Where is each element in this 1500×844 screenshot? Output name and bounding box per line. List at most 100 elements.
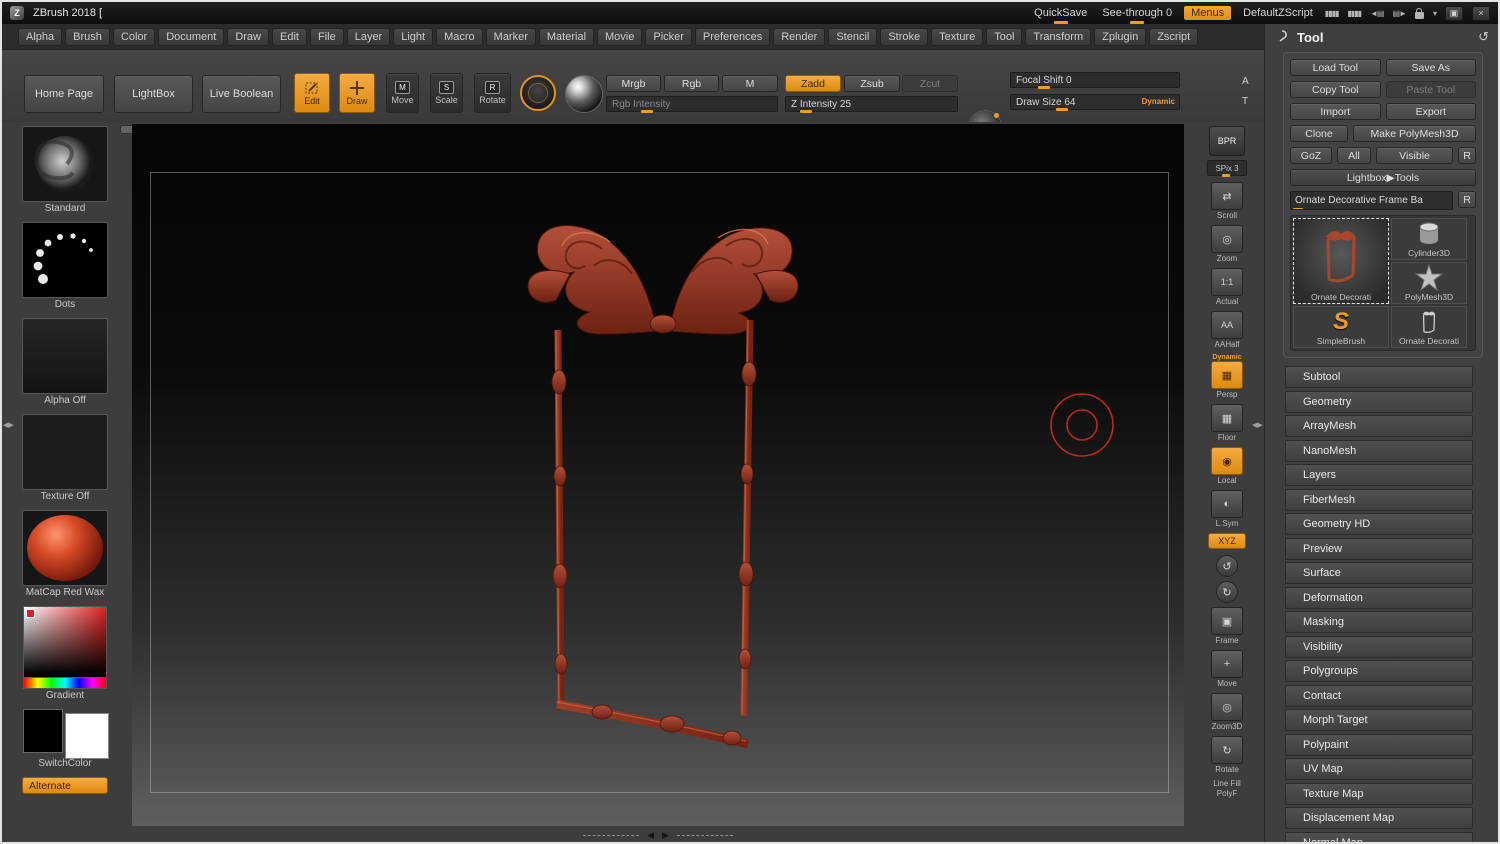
quicksave-button[interactable]: QuickSave xyxy=(1031,7,1090,24)
subpalette-header[interactable]: Visibility xyxy=(1285,635,1473,658)
xyz-button[interactable]: XYZ xyxy=(1208,533,1246,549)
dock-right-icon[interactable]: ▤► xyxy=(1393,9,1408,18)
floor-control[interactable]: ▦ Floor xyxy=(1207,404,1247,442)
tool-rename-button[interactable]: R xyxy=(1458,191,1476,208)
subpalette-header[interactable]: Geometry HD xyxy=(1285,513,1473,535)
tracks-icon[interactable]: ▮▮▮▮ xyxy=(1325,9,1340,18)
goz-visible-button[interactable]: Visible xyxy=(1376,147,1453,164)
subpalette-header[interactable]: Displacement Map xyxy=(1285,807,1473,829)
nav-right-arrow[interactable]: ▶ xyxy=(662,830,669,841)
menu-item[interactable]: File xyxy=(309,27,344,46)
load-tool-button[interactable]: Load Tool xyxy=(1290,59,1381,76)
subpalette-header[interactable]: Layers xyxy=(1285,464,1473,486)
subpalette-header[interactable]: Subtool xyxy=(1285,366,1473,388)
zcut-button[interactable]: Zcut xyxy=(902,75,958,92)
menu-item[interactable]: Stroke xyxy=(880,27,929,46)
menu-item[interactable]: Material xyxy=(538,27,595,46)
menu-item[interactable]: Texture xyxy=(931,27,984,46)
see-through-slider[interactable]: See-through 0 xyxy=(1099,7,1175,24)
subpalette-header[interactable]: Polygroups xyxy=(1285,660,1473,682)
draw-size-slider[interactable]: Draw Size 64 Dynamic xyxy=(1010,94,1180,111)
subpalette-header[interactable]: Masking xyxy=(1285,611,1473,633)
local-control[interactable]: ◉ Local xyxy=(1207,447,1247,485)
cylinder3d-thumb[interactable]: Cylinder3D xyxy=(1391,218,1467,260)
menu-item[interactable]: Zplugin xyxy=(1094,27,1147,46)
move-button[interactable]: M Move xyxy=(386,73,419,113)
zoom3d-control[interactable]: ◎ Zoom3D xyxy=(1207,693,1247,731)
chevron-down-icon[interactable]: ▾ xyxy=(1433,9,1437,18)
z-intensity-handle[interactable] xyxy=(800,110,812,113)
menu-item[interactable]: Picker xyxy=(645,27,692,46)
zsub-button[interactable]: Zsub xyxy=(844,75,900,92)
menu-item[interactable]: Draw xyxy=(227,27,269,46)
menu-item[interactable]: Color xyxy=(112,27,156,46)
draw-size-dynamic-label[interactable]: Dynamic xyxy=(1142,97,1175,106)
menu-item[interactable]: Edit xyxy=(272,27,307,46)
palette-reset-icon[interactable]: ↺ xyxy=(1478,29,1489,45)
menu-item[interactable]: Light xyxy=(393,27,434,46)
clipped-button-a[interactable]: A xyxy=(1242,76,1249,87)
edit-button[interactable]: Edit xyxy=(294,73,330,113)
rotate3d-control[interactable]: ↻ Rotate xyxy=(1207,736,1247,774)
subpalette-header[interactable]: Polypaint xyxy=(1285,733,1473,756)
home-page-button[interactable]: Home Page xyxy=(24,75,104,113)
scale-button[interactable]: S Scale xyxy=(430,73,463,113)
color-gradient-square[interactable] xyxy=(23,606,107,678)
spin-ccw-button[interactable]: ↺ xyxy=(1216,555,1238,577)
subpalette-header[interactable]: NanoMesh xyxy=(1285,439,1473,462)
switch-color[interactable]: SwitchColor xyxy=(17,709,113,770)
subpalette-header[interactable]: Texture Map xyxy=(1285,782,1473,805)
main-color-swatch[interactable] xyxy=(23,709,63,753)
menu-item[interactable]: Transform xyxy=(1025,27,1092,46)
menu-item[interactable]: Brush xyxy=(65,27,110,46)
subpalette-header[interactable]: ArrayMesh xyxy=(1285,415,1473,437)
bpr-button[interactable]: BPR xyxy=(1209,126,1245,156)
restore-button[interactable]: ▣ xyxy=(1445,5,1463,21)
goz-button[interactable]: GoZ xyxy=(1290,147,1332,164)
export-button[interactable]: Export xyxy=(1385,103,1476,120)
rgb-button[interactable]: Rgb xyxy=(664,75,719,92)
lightbox-button[interactable]: LightBox xyxy=(114,75,193,113)
subpalette-header[interactable]: Surface xyxy=(1285,562,1473,584)
zadd-button[interactable]: Zadd xyxy=(785,75,841,92)
clipped-button-t[interactable]: T xyxy=(1242,96,1248,107)
menu-item[interactable]: Tool xyxy=(986,27,1023,46)
live-boolean-button[interactable]: Live Boolean xyxy=(202,75,281,113)
paste-tool-button[interactable]: Paste Tool xyxy=(1385,81,1476,98)
ornate-frame-thumb[interactable]: Ornate Decorati xyxy=(1391,306,1467,348)
zoom-control[interactable]: ◎ Zoom xyxy=(1207,225,1247,263)
brush-thumbnail[interactable] xyxy=(22,126,108,202)
alpha-thumbnail[interactable] xyxy=(22,318,108,394)
draw-button[interactable]: Draw xyxy=(339,73,375,113)
dock-left-icon[interactable]: ◄▤ xyxy=(1370,9,1385,18)
focal-shift-handle[interactable] xyxy=(1038,86,1050,89)
menu-item[interactable]: Preferences xyxy=(694,27,771,46)
lsym-control[interactable]: ◐ L.Sym xyxy=(1207,490,1247,528)
menu-item[interactable]: Document xyxy=(158,27,225,46)
save-as-button[interactable]: Save As xyxy=(1385,59,1476,76)
spin-cw-button[interactable]: ↻ xyxy=(1216,581,1238,603)
goz-all-button[interactable]: All xyxy=(1337,147,1371,164)
menus-button[interactable]: Menus xyxy=(1184,6,1232,20)
spix-slider[interactable]: SPix 3 xyxy=(1207,160,1247,177)
current-material-preview[interactable] xyxy=(565,75,603,113)
stroke-selector[interactable]: Dots xyxy=(17,222,113,311)
stroke-thumbnail[interactable] xyxy=(22,222,108,298)
nav-left-arrow[interactable]: ◀ xyxy=(647,830,654,841)
menu-item[interactable]: Macro xyxy=(436,27,483,46)
goz-r-button[interactable]: R xyxy=(1458,147,1476,164)
focal-shift-slider[interactable]: Focal Shift 0 xyxy=(1010,72,1180,89)
menu-item[interactable]: Movie xyxy=(597,27,643,46)
default-zscript-button[interactable]: DefaultZScript xyxy=(1240,7,1316,19)
m-button[interactable]: M xyxy=(722,75,778,92)
mrgb-button[interactable]: Mrgb xyxy=(606,75,661,92)
clone-button[interactable]: Clone xyxy=(1290,125,1348,142)
subpalette-header[interactable]: Preview xyxy=(1285,537,1473,560)
dock-hook-icon[interactable] xyxy=(1275,29,1289,45)
brush-selector[interactable]: Standard xyxy=(17,126,113,215)
active-tool-thumb[interactable]: Ornate Decorati xyxy=(1293,218,1389,304)
hue-strip[interactable] xyxy=(23,678,107,689)
secondary-color-swatch[interactable] xyxy=(65,713,109,759)
rotate-button[interactable]: R Rotate xyxy=(474,73,511,113)
subpalette-header[interactable]: Contact xyxy=(1285,684,1473,707)
